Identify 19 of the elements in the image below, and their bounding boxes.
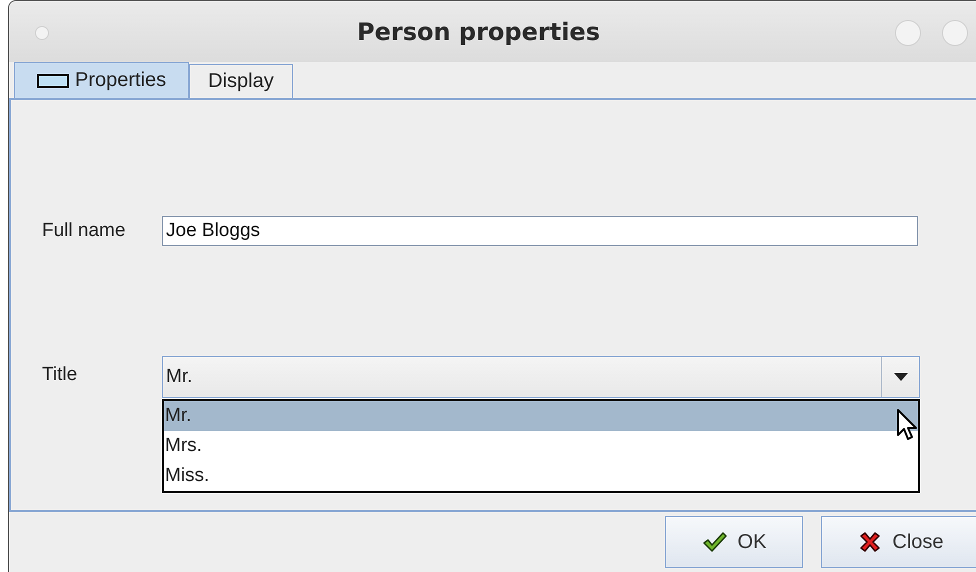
- cross-icon: [858, 531, 882, 553]
- dropdown-option[interactable]: Miss.: [164, 461, 918, 491]
- tab[interactable]: Properties: [14, 62, 190, 98]
- window-button[interactable]: [895, 20, 921, 46]
- window-button[interactable]: [35, 26, 49, 40]
- tab[interactable]: Display: [189, 64, 293, 98]
- dialog-button[interactable]: Close: [821, 516, 976, 568]
- name-field[interactable]: Joe Bloggs: [162, 216, 918, 246]
- window-title: Person properties: [357, 18, 600, 46]
- rectangle-icon: [37, 74, 69, 88]
- checkmark-icon: [702, 531, 728, 553]
- dropdown-option[interactable]: Mrs.: [164, 431, 918, 461]
- title-dropdown[interactable]: Mr.: [162, 356, 920, 398]
- caret-icon: [892, 372, 908, 382]
- window-button[interactable]: [942, 20, 968, 46]
- field-label: Full name: [41, 220, 126, 242]
- dropdown-option[interactable]: Mr.: [164, 401, 918, 431]
- field-label: Title: [41, 363, 78, 386]
- dialog-button[interactable]: OK: [665, 516, 803, 568]
